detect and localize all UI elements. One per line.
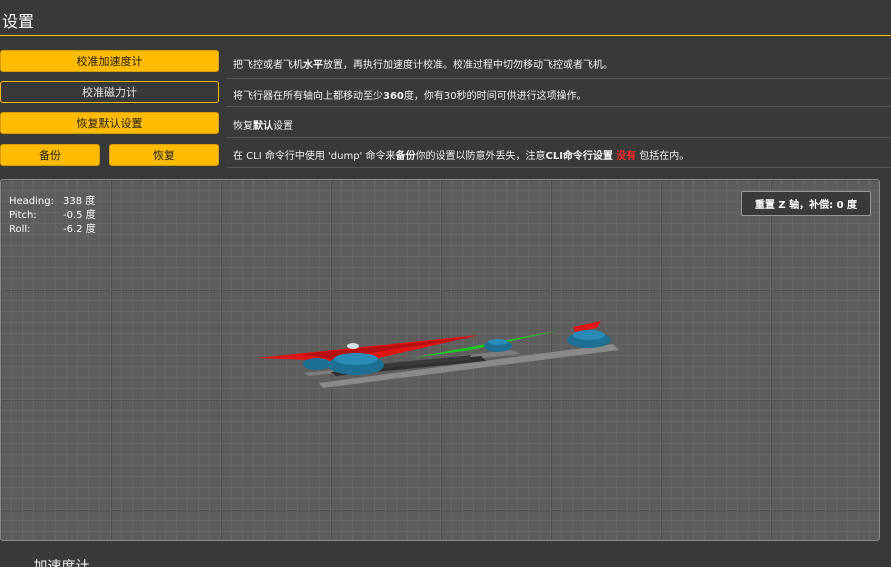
quadcopter-model	[256, 321, 619, 388]
description-segment: 没有	[616, 151, 637, 162]
motor-top	[488, 339, 508, 345]
backup-description: 在 CLI 命令行中使用 'dump' 命令来备份你的设置以防意外丢失，注意CL…	[233, 147, 689, 162]
row-separator	[227, 167, 891, 168]
description-segment: CLI命令行设置	[545, 151, 613, 162]
description-segment: 恢复	[233, 121, 253, 132]
motor-cap	[347, 343, 359, 349]
model-viewer[interactable]: Heading: 338 度 Pitch: -0.5 度 Roll: -6.2 度 重…	[0, 179, 880, 541]
reset-defaults-description: 恢复默认设置	[233, 117, 293, 132]
row-separator	[227, 106, 891, 107]
description-segment: 包括在内。	[636, 151, 690, 162]
calibrate-accelerometer-button[interactable]: 校准加速度计	[0, 50, 219, 72]
calibrate-magnetometer-button[interactable]: 校准磁力计	[0, 81, 219, 103]
page-title: 设置	[2, 12, 35, 31]
description-segment: 设置	[273, 121, 293, 132]
description-segment: 默认	[253, 121, 273, 132]
motor-top	[334, 353, 378, 365]
reset-defaults-button[interactable]: 恢复默认设置	[0, 112, 219, 134]
description-segment: 在 CLI 命令行中使用 'dump' 命令来	[233, 151, 396, 162]
description-segment: 备份	[395, 151, 416, 162]
description-segment: 你的设置以防意外丢失，注意	[415, 151, 546, 162]
calibrate-magnetometer-description: 将飞行器在所有轴向上都移动至少360度，你有30秒的时间可供进行这项操作。	[233, 87, 587, 102]
description-segment: 360	[383, 91, 404, 102]
next-section-title: ...加速度计...	[20, 559, 103, 567]
backup-button[interactable]: 备份	[0, 144, 100, 166]
description-segment: 把飞控或者飞机	[233, 60, 303, 71]
row-separator	[227, 137, 891, 138]
description-segment: 将飞行器在所有轴向上都移动至少	[233, 91, 383, 102]
description-segment: 放置，再执行加速度计校准。校准过程中切勿移动飞控或者飞机。	[323, 60, 613, 71]
description-segment: 水平	[303, 60, 323, 71]
description-segment: 度，你有30秒的时间可供进行这项操作。	[403, 91, 587, 102]
row-separator	[227, 78, 891, 79]
calibrate-accelerometer-description: 把飞控或者飞机水平放置，再执行加速度计校准。校准过程中切勿移动飞控或者飞机。	[233, 56, 613, 71]
motor	[303, 358, 331, 370]
restore-button[interactable]: 恢复	[109, 144, 219, 166]
motor-top	[573, 330, 605, 340]
page-header: 设置	[0, 0, 891, 36]
